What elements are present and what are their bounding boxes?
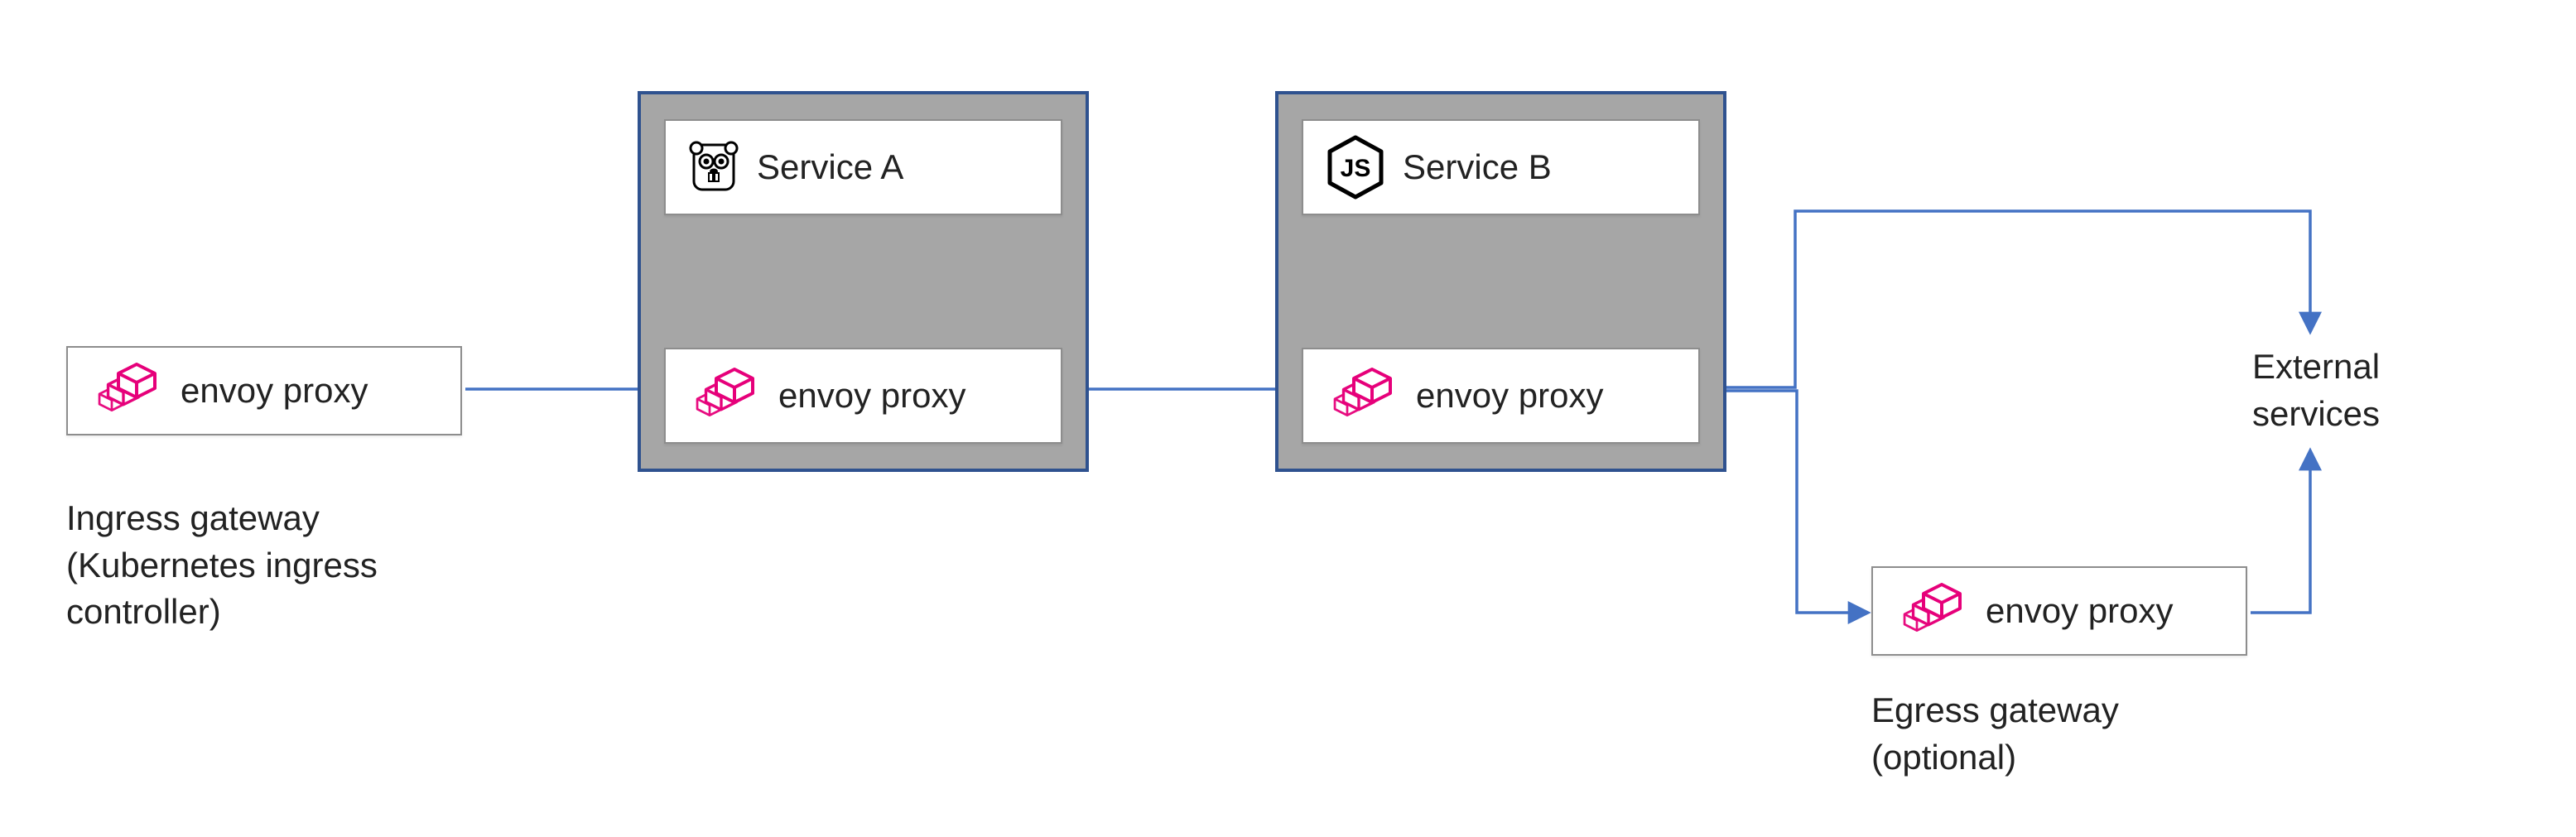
envoy-icon bbox=[1327, 366, 1398, 426]
envoy-icon bbox=[1896, 581, 1967, 641]
external-services-label: Externalservices bbox=[2252, 344, 2380, 437]
envoy-icon bbox=[689, 366, 760, 426]
diagram-canvas: envoy proxy Service A bbox=[0, 0, 2576, 837]
service-b-label: Service B bbox=[1403, 147, 1552, 187]
ingress-envoy-label: envoy proxy bbox=[181, 371, 368, 411]
egress-envoy-box: envoy proxy bbox=[1871, 566, 2247, 656]
service-a-box: Service A bbox=[664, 119, 1062, 215]
nodejs-icon: JS bbox=[1327, 135, 1384, 200]
envoy-icon bbox=[91, 361, 162, 421]
edge-b-to-egress bbox=[1706, 391, 1867, 613]
egress-caption: Egress gateway(optional) bbox=[1871, 687, 2119, 781]
service-b-envoy-label: envoy proxy bbox=[1416, 376, 1603, 416]
edge-egress-to-external bbox=[2251, 451, 2310, 613]
edge-b-to-external bbox=[1706, 211, 2310, 387]
service-a-envoy-box: envoy proxy bbox=[664, 348, 1062, 444]
service-b-box: JS Service B bbox=[1302, 119, 1700, 215]
svg-text:JS: JS bbox=[1341, 155, 1371, 182]
service-b-envoy-box: envoy proxy bbox=[1302, 348, 1700, 444]
gopher-icon bbox=[689, 138, 739, 196]
service-a-label: Service A bbox=[757, 147, 903, 187]
ingress-envoy-box: envoy proxy bbox=[66, 346, 462, 435]
ingress-caption: Ingress gateway(Kubernetes ingresscontro… bbox=[66, 495, 378, 636]
pod-a-container: Service A envoy proxy bbox=[638, 91, 1089, 472]
egress-envoy-label: envoy proxy bbox=[1986, 591, 2173, 631]
pod-b-container: JS Service B envoy proxy bbox=[1275, 91, 1726, 472]
service-a-envoy-label: envoy proxy bbox=[778, 376, 965, 416]
